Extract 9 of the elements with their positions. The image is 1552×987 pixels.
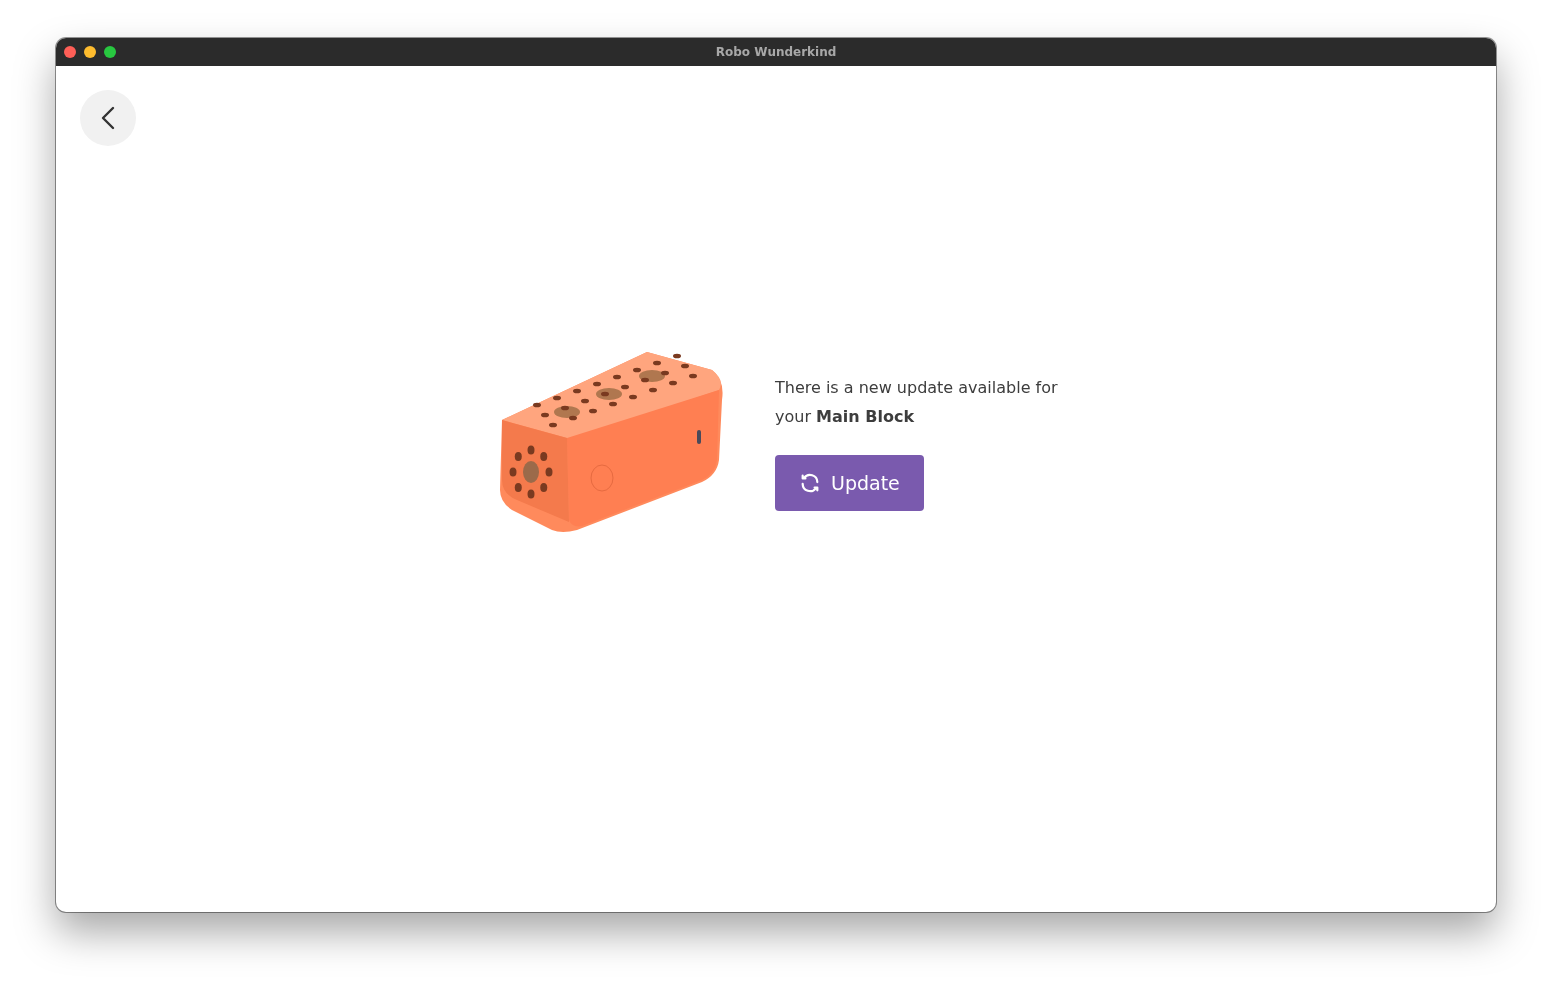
update-button[interactable]: Update bbox=[775, 455, 924, 511]
back-button[interactable] bbox=[80, 90, 136, 146]
minimize-icon[interactable] bbox=[84, 46, 96, 58]
update-message: There is a new update available for your Main Block bbox=[775, 377, 1059, 428]
maximize-icon[interactable] bbox=[104, 46, 116, 58]
chevron-left-icon bbox=[101, 106, 115, 130]
close-icon[interactable] bbox=[64, 46, 76, 58]
window-title: Robo Wunderkind bbox=[715, 45, 837, 59]
refresh-icon bbox=[799, 472, 821, 494]
